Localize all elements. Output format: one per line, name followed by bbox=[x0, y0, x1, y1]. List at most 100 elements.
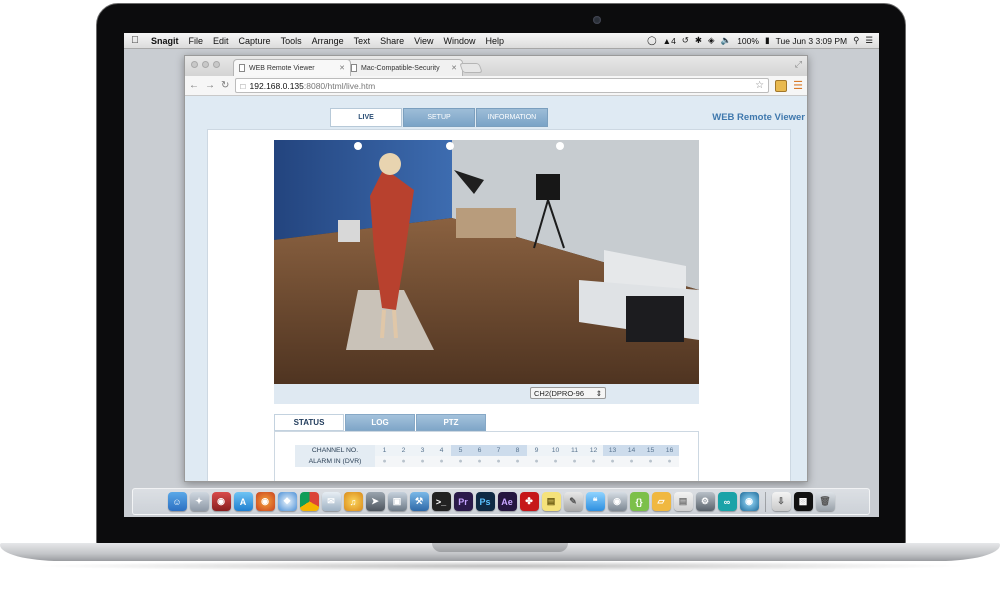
channel-cell: 6 bbox=[470, 445, 489, 456]
facetime-icon[interactable]: ◉ bbox=[607, 492, 627, 511]
laptop-notch bbox=[432, 543, 568, 552]
menu-help[interactable]: Help bbox=[481, 36, 510, 46]
brackets-icon[interactable]: {} bbox=[629, 492, 649, 511]
safari-icon[interactable]: ❖ bbox=[277, 492, 297, 511]
terminal-icon[interactable]: >_ bbox=[431, 492, 451, 511]
photoshop-icon[interactable]: Ps bbox=[475, 492, 495, 511]
adobe-status-icon[interactable]: ▲4 bbox=[663, 36, 676, 46]
fullscreen-icon[interactable]: ⤢ bbox=[795, 59, 802, 70]
channel-cell: 1 bbox=[375, 445, 394, 456]
tab-information[interactable]: INFORMATION bbox=[476, 108, 548, 127]
app-store-icon[interactable]: A bbox=[233, 492, 253, 511]
zoom-window-button[interactable] bbox=[213, 61, 220, 68]
browser-menu-icon[interactable]: ☰ bbox=[793, 79, 803, 92]
tab-setup[interactable]: SETUP bbox=[403, 108, 475, 127]
tab-log[interactable]: LOG bbox=[345, 414, 415, 431]
status-tabs: STATUS LOG PTZ bbox=[274, 414, 486, 431]
toggle-icon[interactable]: ◯ bbox=[647, 35, 657, 46]
mac-dock: ☺ ✦ ◉ A ◉ ❖ ✉ ♫ ➤ ▣ ⚒ >_ Pr Ps Ae ✤ ▤ ✎ … bbox=[132, 488, 870, 515]
channel-cell: 15 bbox=[641, 445, 660, 456]
messages-icon[interactable]: ❝ bbox=[585, 492, 605, 511]
bluetooth-icon[interactable]: ✱ bbox=[695, 35, 702, 46]
launchpad-icon[interactable]: ✦ bbox=[189, 492, 209, 511]
menu-view[interactable]: View bbox=[409, 36, 438, 46]
trash-icon[interactable]: 🗑 bbox=[815, 492, 835, 511]
browser-tab-web-remote-viewer[interactable]: WEB Remote Viewer ✕ bbox=[233, 59, 351, 76]
apple-menu-icon[interactable]:  bbox=[124, 35, 146, 46]
downloads-icon[interactable]: ⇩ bbox=[771, 492, 791, 511]
alarm-indicator: ● bbox=[641, 456, 660, 467]
close-window-button[interactable] bbox=[191, 61, 198, 68]
channel-select-value: CH2(DPRO-96 bbox=[534, 388, 585, 398]
premiere-icon[interactable]: Pr bbox=[453, 492, 473, 511]
camera-video-feed[interactable] bbox=[274, 140, 699, 384]
laptop-mockup:  Snagit File Edit Capture Tools Arrange… bbox=[0, 0, 1000, 606]
menu-arrange[interactable]: Arrange bbox=[307, 36, 349, 46]
preview-icon[interactable]: ▣ bbox=[387, 492, 407, 511]
status-panel: CHANNEL NO. 1 2 3 4 5 6 7 8 9 10 11 12 1… bbox=[274, 431, 699, 481]
channel-select[interactable]: CH2(DPRO-96 ⇕ bbox=[530, 387, 606, 399]
back-arrow-icon[interactable]: ← bbox=[189, 80, 199, 91]
photo-booth-icon[interactable]: ◉ bbox=[211, 492, 231, 511]
tab-live[interactable]: LIVE bbox=[330, 108, 402, 127]
address-bar[interactable]: □ 192.168.0.135:8080/html/live.htm ☆ bbox=[235, 78, 770, 93]
spotlight-search-icon[interactable]: ⚲ bbox=[853, 35, 859, 46]
extension-icon[interactable] bbox=[775, 79, 788, 92]
forward-arrow-icon[interactable]: → bbox=[205, 80, 215, 91]
rocket-icon[interactable]: ➤ bbox=[365, 492, 385, 511]
system-prefs-icon[interactable]: ⚙ bbox=[695, 492, 715, 511]
display-icon[interactable]: ▩ bbox=[793, 492, 813, 511]
menu-window[interactable]: Window bbox=[439, 36, 481, 46]
tab-status[interactable]: STATUS bbox=[274, 414, 344, 431]
video-footer-bar: CH2(DPRO-96 ⇕ bbox=[274, 384, 699, 404]
minimize-window-button[interactable] bbox=[202, 61, 209, 68]
wifi-icon[interactable]: ◈ bbox=[708, 35, 715, 46]
time-machine-icon[interactable]: ↺ bbox=[682, 35, 689, 46]
stickies-icon[interactable]: ▤ bbox=[541, 492, 561, 511]
after-effects-icon[interactable]: Ae bbox=[497, 492, 517, 511]
battery-icon[interactable]: ▮ bbox=[765, 35, 770, 46]
menu-file[interactable]: File bbox=[184, 36, 209, 46]
webcam-dot bbox=[593, 16, 601, 24]
xcode-icon[interactable]: ⚒ bbox=[409, 492, 429, 511]
menu-app-name[interactable]: Snagit bbox=[146, 36, 184, 46]
close-tab-icon[interactable]: ✕ bbox=[451, 64, 457, 72]
scripts-icon[interactable]: ✎ bbox=[563, 492, 583, 511]
alarm-indicator: ● bbox=[375, 456, 394, 467]
new-tab-button[interactable] bbox=[459, 63, 483, 73]
mail-icon[interactable]: ✉ bbox=[321, 492, 341, 511]
channel-cell: 14 bbox=[622, 445, 641, 456]
volume-icon[interactable]: 🔈 bbox=[721, 35, 732, 46]
arduino-icon[interactable]: ∞ bbox=[717, 492, 737, 511]
status-count: 4 bbox=[671, 35, 676, 46]
menu-tools[interactable]: Tools bbox=[276, 36, 307, 46]
tab-ptz[interactable]: PTZ bbox=[416, 414, 486, 431]
reload-icon[interactable]: ↻ bbox=[221, 80, 229, 91]
firefox-icon[interactable]: ◉ bbox=[255, 492, 275, 511]
notification-center-icon[interactable]: ☰ bbox=[865, 35, 873, 46]
channel-cell: 8 bbox=[508, 445, 527, 456]
channel-cell: 4 bbox=[432, 445, 451, 456]
sequel-icon[interactable]: ▱ bbox=[651, 492, 671, 511]
select-arrows-icon: ⇕ bbox=[595, 388, 602, 398]
alarm-indicator: ● bbox=[527, 456, 546, 467]
webcam-icon[interactable]: ◉ bbox=[739, 492, 759, 511]
table-row: ALARM IN (DVR) ● ● ● ● ● ● ● ● ● ● ● ● ●… bbox=[295, 456, 679, 467]
chrome-icon[interactable] bbox=[299, 492, 319, 511]
close-tab-icon[interactable]: ✕ bbox=[339, 64, 345, 72]
clock[interactable]: Tue Jun 3 3:09 PM bbox=[776, 36, 848, 46]
itunes-icon[interactable]: ♫ bbox=[343, 492, 363, 511]
notes-icon[interactable]: ▤ bbox=[673, 492, 693, 511]
document-icon bbox=[239, 64, 245, 72]
browser-tab-label: Mac-Compatible-Security bbox=[361, 64, 440, 72]
menu-capture[interactable]: Capture bbox=[234, 36, 276, 46]
browser-tab-mac-compatible[interactable]: Mac-Compatible-Security ✕ bbox=[345, 59, 463, 76]
alarm-indicator: ● bbox=[451, 456, 470, 467]
menu-edit[interactable]: Edit bbox=[208, 36, 234, 46]
finder-icon[interactable]: ☺ bbox=[167, 492, 187, 511]
menu-share[interactable]: Share bbox=[375, 36, 409, 46]
browser-toolbar: ← → ↻ □ 192.168.0.135:8080/html/live.htm… bbox=[185, 76, 807, 96]
bookmark-star-icon[interactable]: ☆ bbox=[755, 80, 764, 91]
menu-text[interactable]: Text bbox=[349, 36, 376, 46]
acrobat-icon[interactable]: ✤ bbox=[519, 492, 539, 511]
